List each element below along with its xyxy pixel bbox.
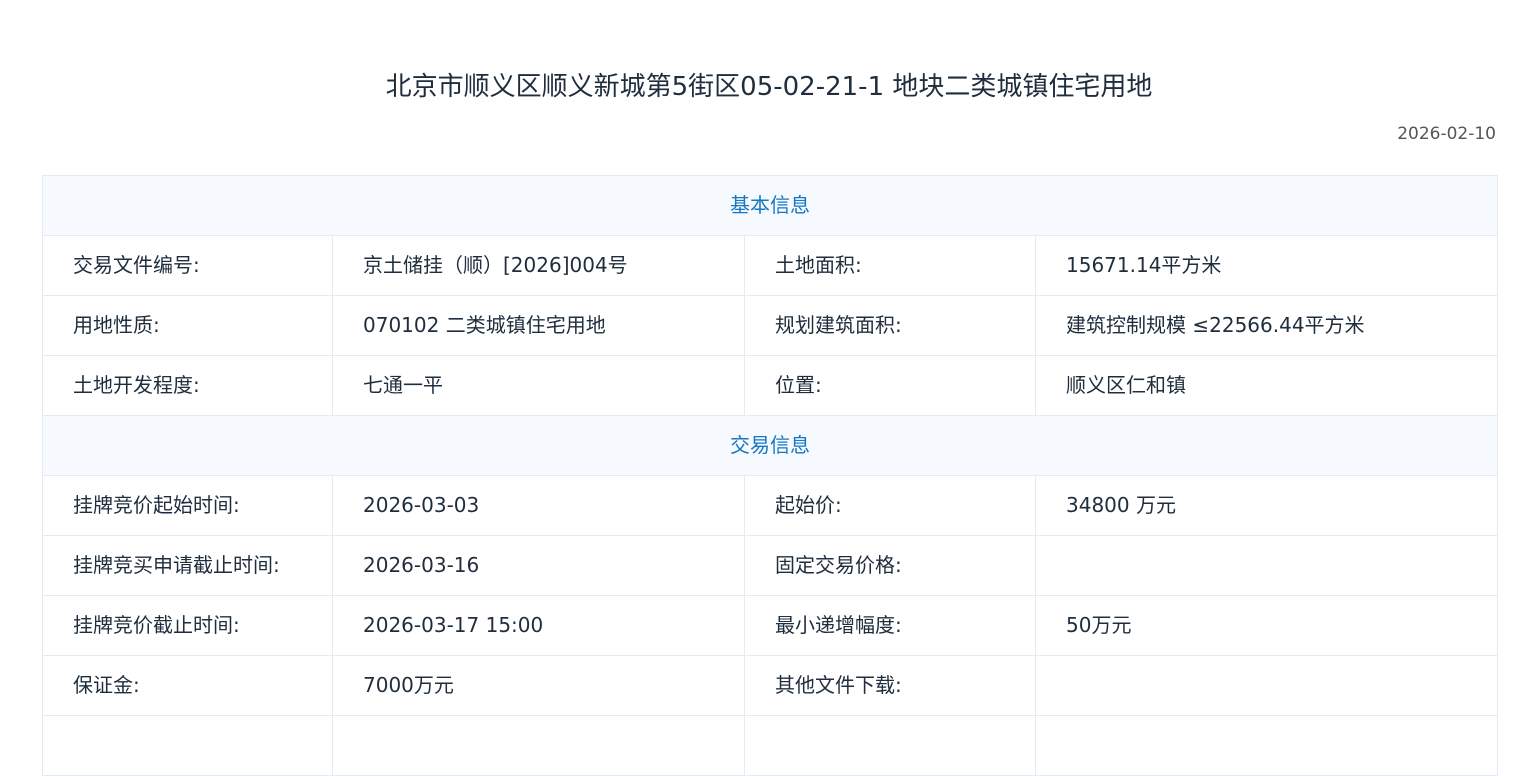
row-label: 位置: bbox=[745, 356, 1036, 415]
row-value: 七通一平 bbox=[333, 356, 745, 415]
land-info-table: 基本信息 交易文件编号: 京土储挂（顺）[2026]004号 土地面积: 156… bbox=[42, 175, 1498, 776]
table-row: 挂牌竞价起始时间: 2026-03-03 起始价: 34800 万元 bbox=[43, 476, 1497, 536]
row-value: 2026-03-03 bbox=[333, 476, 745, 535]
row-value: 50万元 bbox=[1066, 613, 1132, 637]
row-label: 交易文件编号: bbox=[43, 236, 333, 295]
row-label: 其他文件下载: bbox=[745, 656, 1036, 715]
row-value: 2026-03-16 bbox=[333, 536, 745, 595]
row-value: 2026-03-17 15:00 bbox=[333, 596, 745, 655]
table-row: 保证金: 7000万元 其他文件下载: bbox=[43, 656, 1497, 716]
row-label: 起始价: bbox=[745, 476, 1036, 535]
table-row: 用地性质: 070102 二类城镇住宅用地 规划建筑面积: 建筑控制规模 ≤22… bbox=[43, 296, 1497, 356]
row-value: 建筑控制规模 ≤22566.44平方米 bbox=[1066, 313, 1365, 337]
row-label: 土地开发程度: bbox=[43, 356, 333, 415]
row-label: 规划建筑面积: bbox=[745, 296, 1036, 355]
row-value: 15671.14平方米 bbox=[1066, 253, 1222, 277]
table-row: 交易文件编号: 京土储挂（顺）[2026]004号 土地面积: 15671.14… bbox=[43, 236, 1497, 296]
row-value bbox=[1036, 536, 1497, 595]
row-label: 固定交易价格: bbox=[745, 536, 1036, 595]
row-label: 用地性质: bbox=[43, 296, 333, 355]
row-label: 保证金: bbox=[43, 656, 333, 715]
row-value: 京土储挂（顺）[2026]004号 bbox=[333, 236, 745, 295]
row-label: 挂牌竞买申请截止时间: bbox=[43, 536, 333, 595]
row-value: 顺义区仁和镇 bbox=[1066, 373, 1186, 397]
row-label: 最小递增幅度: bbox=[745, 596, 1036, 655]
table-row bbox=[43, 716, 1497, 776]
row-label: 土地面积: bbox=[745, 236, 1036, 295]
table-row: 土地开发程度: 七通一平 位置: 顺义区仁和镇 bbox=[43, 356, 1497, 416]
other-files-download[interactable] bbox=[1036, 656, 1497, 715]
row-label: 挂牌竞价起始时间: bbox=[43, 476, 333, 535]
row-value: 7000万元 bbox=[333, 656, 745, 715]
publish-date: 2026-02-10 bbox=[1397, 124, 1496, 144]
section-header-trade: 交易信息 bbox=[43, 416, 1497, 476]
table-row: 挂牌竞价截止时间: 2026-03-17 15:00 最小递增幅度: 50万元 bbox=[43, 596, 1497, 656]
row-value: 34800 万元 bbox=[1066, 493, 1176, 517]
row-value: 070102 二类城镇住宅用地 bbox=[333, 296, 745, 355]
page-title: 北京市顺义区顺义新城第5街区05-02-21-1 地块二类城镇住宅用地 bbox=[385, 72, 1153, 102]
row-label: 挂牌竞价截止时间: bbox=[43, 596, 333, 655]
section-header-basic: 基本信息 bbox=[43, 176, 1497, 236]
table-row: 挂牌竞买申请截止时间: 2026-03-16 固定交易价格: bbox=[43, 536, 1497, 596]
